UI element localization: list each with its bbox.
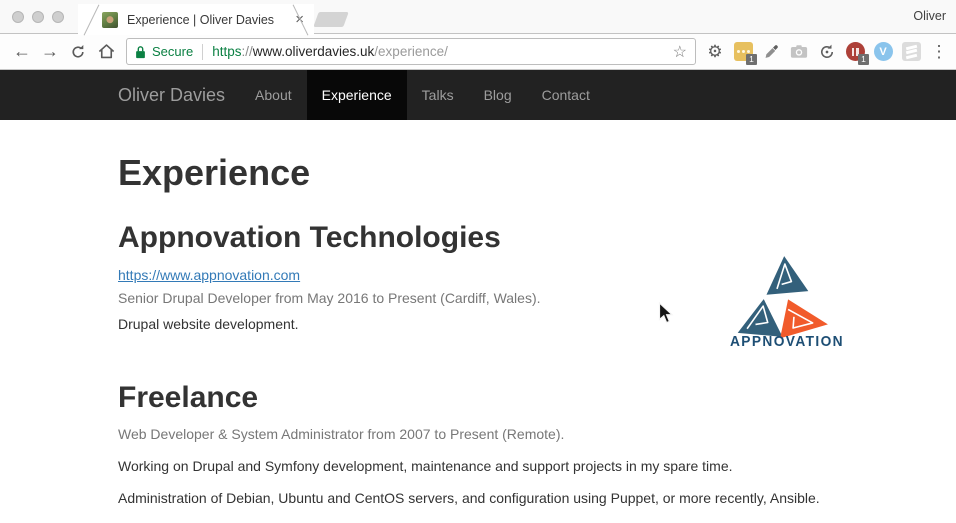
extension-badge: 1 — [858, 54, 869, 65]
browser-window: Experience | Oliver Davies × Oliver ← → … — [0, 0, 956, 508]
window-zoom-button[interactable] — [52, 11, 64, 23]
extensions-row: ⚙ 1 — [704, 41, 950, 63]
extension-badge: 1 — [746, 54, 757, 65]
tab-strip: Experience | Oliver Davies × Oliver — [0, 0, 956, 34]
job-meta: Web Developer & System Administrator fro… — [118, 424, 838, 444]
reload-icon — [69, 43, 87, 61]
security-label[interactable]: Secure — [152, 44, 193, 59]
browser-tab[interactable]: Experience | Oliver Davies × — [78, 4, 314, 35]
profile-name[interactable]: Oliver — [913, 9, 946, 23]
page-title: Experience — [118, 153, 838, 193]
url-scheme: https — [212, 44, 241, 59]
sync-extension-button[interactable] — [816, 41, 838, 63]
back-button[interactable]: ← — [8, 38, 36, 66]
new-tab-button[interactable] — [313, 12, 348, 27]
site-navbar: Oliver Davies About Experience Talks Blo… — [0, 70, 956, 120]
gear-icon: ⚙ — [707, 43, 722, 60]
layers-extension-button[interactable] — [900, 41, 922, 63]
eyedropper-extension-button[interactable] — [760, 41, 782, 63]
omnibox-divider — [202, 44, 203, 60]
eyedropper-icon — [763, 43, 780, 60]
url-text[interactable]: https://www.oliverdavies.uk/experience/ — [212, 44, 666, 59]
url-separator: :// — [241, 44, 252, 59]
sync-arrows-icon — [818, 43, 836, 61]
reload-button[interactable] — [64, 38, 92, 66]
experience-section-freelance: Freelance Web Developer & System Adminis… — [118, 381, 838, 508]
browser-toolbar: ← → Secure https://www.oliverdavies.uk/e… — [0, 34, 956, 70]
url-host: www.oliverdavies.uk — [253, 44, 375, 59]
nav-item-blog[interactable]: Blog — [469, 70, 527, 120]
company-heading: Appnovation Technologies — [118, 221, 838, 254]
screenshot-extension-button[interactable]: 1 — [732, 41, 754, 63]
company-link[interactable]: https://www.appnovation.com — [118, 265, 300, 285]
site-brand[interactable]: Oliver Davies — [118, 70, 225, 120]
job-description: Administration of Debian, Ubuntu and Cen… — [118, 488, 838, 508]
gear-extension-button[interactable]: ⚙ — [704, 41, 726, 63]
company-heading: Freelance — [118, 381, 838, 414]
url-path: /experience/ — [374, 44, 448, 59]
nav-item-talks[interactable]: Talks — [407, 70, 469, 120]
secure-lock-icon — [135, 45, 146, 59]
window-controls — [12, 11, 64, 23]
appnovation-logo: APPNOVATION — [728, 253, 846, 353]
nav-item-about[interactable]: About — [240, 70, 307, 120]
camera-extension-button[interactable] — [788, 41, 810, 63]
camera-icon — [790, 44, 808, 59]
appnovation-logo-text: APPNOVATION — [730, 333, 844, 348]
browser-menu-button[interactable]: ⋮ — [928, 42, 950, 62]
v-extension-icon: V — [874, 42, 893, 61]
layers-icon — [902, 42, 921, 61]
page-content: Experience Appnovation Technologies http… — [103, 153, 853, 508]
nav-item-experience[interactable]: Experience — [307, 70, 407, 120]
v-extension-button[interactable]: V — [872, 41, 894, 63]
bookmark-star-icon[interactable]: ☆ — [673, 42, 687, 62]
home-button[interactable] — [92, 38, 120, 66]
window-close-button[interactable] — [12, 11, 24, 23]
tab-edge — [84, 5, 100, 36]
job-description: Working on Drupal and Symfony developmen… — [118, 456, 838, 476]
address-bar[interactable]: Secure https://www.oliverdavies.uk/exper… — [126, 38, 696, 65]
appnovation-logo-image: APPNOVATION — [728, 253, 846, 348]
tab-title: Experience | Oliver Davies — [127, 13, 287, 27]
home-icon — [97, 42, 116, 61]
forward-button[interactable]: → — [36, 38, 64, 66]
tab-favicon-icon — [102, 12, 118, 28]
window-minimize-button[interactable] — [32, 11, 44, 23]
nav-item-contact[interactable]: Contact — [527, 70, 605, 120]
blocker-extension-button[interactable]: 1 — [844, 41, 866, 63]
